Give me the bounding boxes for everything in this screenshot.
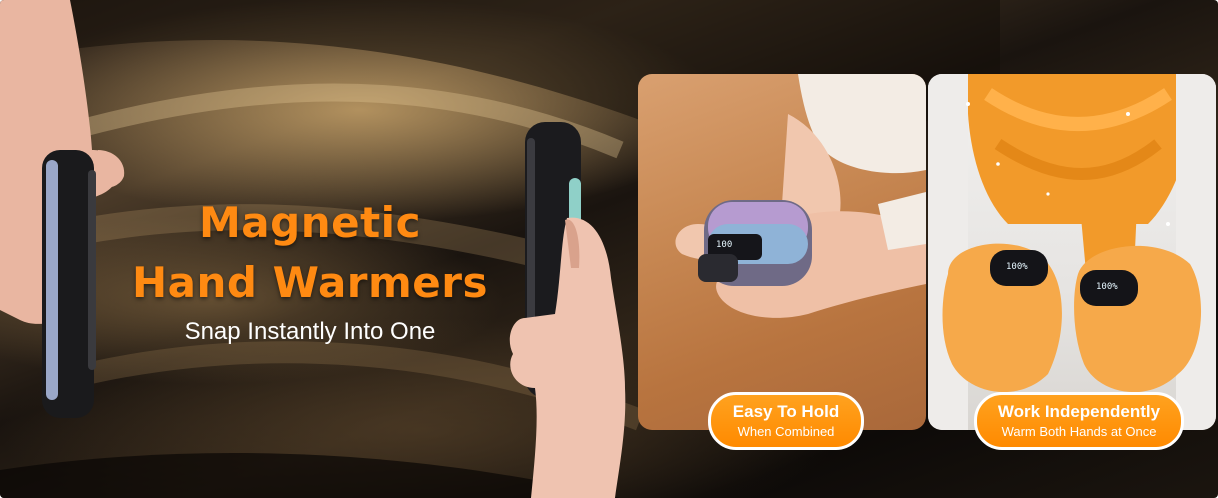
hands-holding-device-icon	[675, 74, 926, 318]
product-banner: Magnetic Hand Warmers Snap Instantly Int…	[0, 0, 1218, 498]
easy-to-hold-badge: Easy To Hold When Combined	[708, 392, 864, 450]
badge-title: Easy To Hold	[732, 402, 840, 421]
easy-to-hold-photo: 100	[638, 74, 926, 430]
headline-line-2: Hand Warmers	[132, 258, 488, 307]
right-hand-with-device-icon	[509, 122, 626, 498]
work-independently-photo: 100% 100%	[928, 74, 1216, 430]
work-independently-badge: Work Independently Warm Both Hands at On…	[974, 392, 1184, 450]
headline-subtitle: Snap Instantly Into One	[184, 318, 436, 345]
headline-line-1: Magnetic	[199, 198, 421, 247]
left-hand-with-device-icon	[0, 0, 125, 418]
badge-subtitle: When Combined	[737, 424, 835, 439]
badge-title: Work Independently	[997, 402, 1161, 421]
scarf-and-mittens-icon	[928, 74, 1216, 430]
badge-subtitle: Warm Both Hands at Once	[1001, 424, 1157, 439]
device-display: 100	[716, 240, 733, 250]
device-display-2: 100%	[1096, 282, 1118, 292]
device-display-1: 100%	[1006, 262, 1028, 272]
